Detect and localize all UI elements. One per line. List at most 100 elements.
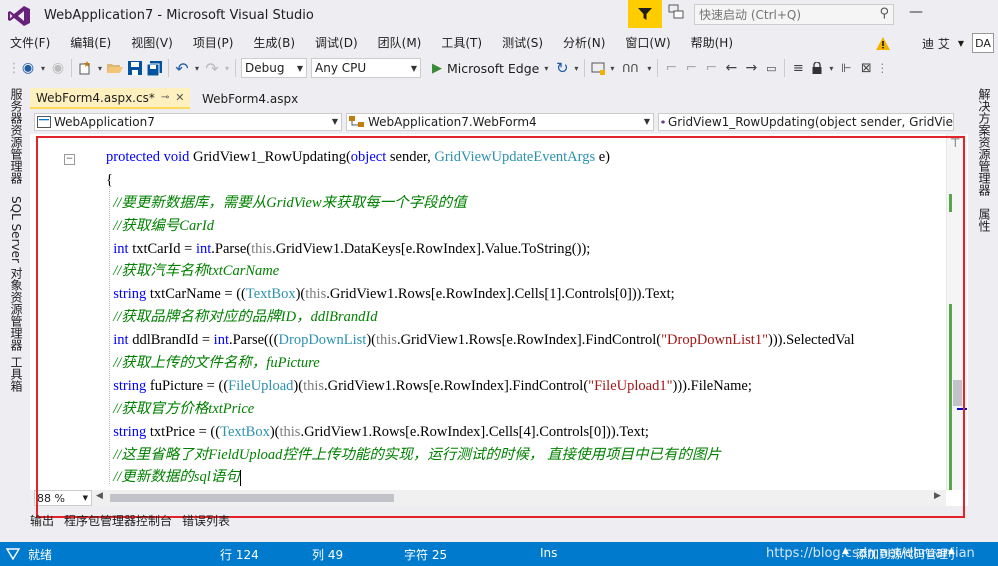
toolbar-overflow-icon[interactable]: ⋮ [876, 57, 888, 79]
menu-project[interactable]: 项目(P) [183, 34, 244, 51]
browser-link-chevron-icon[interactable]: ▾ [608, 57, 616, 79]
source-control-up-icon[interactable]: ▲ [842, 546, 849, 556]
standard-toolbar: ⋮ ◉ ▾ ◉ ▾ ↶ ▾ ↷ ▾ Debug ▼ Any CPU ▼ ▶ Micr… [0, 54, 998, 82]
document-tab-strip: WebForm4.aspx.cs* ⊸ ✕ WebForm4.aspx [30, 88, 968, 110]
package-manager-console-tab[interactable]: 程序包管理器控制台 [64, 512, 172, 529]
visual-studio-logo-icon [8, 6, 30, 26]
new-item-chevron-icon[interactable]: ▾ [95, 57, 105, 79]
navigate-forward-arrow-icon[interactable]: → [741, 57, 761, 79]
error-list-tab[interactable]: 错误列表 [182, 512, 230, 529]
save-all-icon[interactable] [145, 57, 165, 79]
save-icon[interactable] [125, 57, 145, 79]
output-tab[interactable]: 输出 [30, 512, 54, 529]
sql-server-explorer-tab[interactable]: SQL Server 对象资源管理器 [8, 196, 25, 351]
configuration-chevron-icon: ▼ [296, 63, 303, 73]
highlight-frame [36, 136, 965, 518]
tab-webform4-aspx-cs[interactable]: WebForm4.aspx.cs* ⊸ ✕ [30, 88, 190, 109]
project-icon [37, 116, 51, 128]
class-icon [349, 116, 364, 127]
back-dropdown-chevron-icon[interactable]: ▾ [38, 57, 48, 79]
lock-icon[interactable] [808, 57, 826, 79]
status-bar: 就绪 行 124 列 49 字符 25 Ins https://blog.csd… [0, 542, 998, 566]
page-layout-icon[interactable]: ⊠ [856, 57, 876, 79]
menu-team[interactable]: 团队(M) [368, 34, 432, 51]
server-explorer-tab[interactable]: 服务器资源管理器 [8, 88, 25, 184]
tab-label: WebForm4.aspx.cs* [36, 90, 155, 105]
menu-help[interactable]: 帮助(H) [681, 34, 743, 51]
next-bookmark-icon[interactable]: ⌐ [681, 57, 701, 79]
project-dropdown[interactable]: WebApplication7 ▼ [34, 113, 342, 131]
menu-test[interactable]: 测试(S) [492, 34, 553, 51]
format-document-icon[interactable]: ⊩ [836, 57, 856, 79]
configuration-select[interactable]: Debug ▼ [241, 58, 307, 78]
redo-icon[interactable]: ↷ [202, 57, 222, 79]
member-value: GridView1_RowUpdating(object sender, Gri… [667, 115, 953, 129]
menu-right-area: 迪 艾 ▼ DA [876, 33, 994, 53]
user-menu-chevron-icon[interactable]: ▼ [958, 39, 964, 48]
bookmark-chevron-icon[interactable]: ▾ [644, 57, 654, 79]
menu-edit[interactable]: 编辑(E) [60, 34, 121, 51]
member-dropdown[interactable]: GridView1_RowUpdating(object sender, Gri… [658, 113, 954, 131]
search-icon[interactable]: ⚲ [879, 6, 889, 21]
user-name[interactable]: 迪 艾 [922, 35, 950, 52]
undo-icon[interactable]: ↶ [172, 57, 192, 79]
view-code-icon[interactable]: ▭ [761, 57, 781, 79]
menu-window[interactable]: 窗口(W) [615, 34, 680, 51]
navigate-back-icon[interactable]: ◉ [18, 57, 38, 79]
solution-explorer-tab[interactable]: 解决方案资源管理器 [976, 88, 993, 196]
lock-chevron-icon[interactable]: ▾ [826, 57, 836, 79]
user-avatar[interactable]: DA [971, 33, 994, 53]
feedback-filter-button[interactable] [628, 0, 662, 28]
new-project-icon[interactable] [75, 57, 95, 79]
bottom-tool-tabs: 输出 程序包管理器控制台 错误列表 [30, 510, 968, 530]
menu-file[interactable]: 文件(F) [0, 34, 60, 51]
toolbox-tab[interactable]: 工具箱 [8, 356, 25, 392]
run-target-chevron-icon[interactable]: ▾ [539, 57, 553, 79]
filter-icon [638, 8, 652, 20]
title-bar: WebApplication7 - Microsoft Visual Studi… [0, 0, 998, 32]
tab-webform4-aspx[interactable]: WebForm4.aspx [196, 88, 304, 109]
undo-chevron-icon[interactable]: ▾ [192, 57, 202, 79]
menu-build[interactable]: 生成(B) [243, 34, 305, 51]
menu-analyze[interactable]: 分析(N) [553, 34, 615, 51]
warning-icon[interactable] [876, 36, 890, 50]
window-title: WebApplication7 - Microsoft Visual Studi… [44, 8, 314, 23]
minimize-button[interactable]: — [906, 4, 926, 24]
type-value: WebApplication7.WebForm4 [368, 115, 537, 129]
left-tool-tabs: 服务器资源管理器 SQL Server 对象资源管理器 工具箱 [0, 84, 28, 504]
quick-launch-box[interactable]: ⚲ [694, 4, 894, 25]
status-line: 行 124 [220, 548, 259, 562]
run-target-button[interactable]: Microsoft Edge [447, 61, 539, 76]
status-char: 字符 25 [404, 548, 448, 562]
refresh-chevron-icon[interactable]: ▾ [571, 57, 581, 79]
source-control-chevron-icon[interactable]: ▲ [948, 546, 955, 556]
refresh-icon[interactable]: ↻ [553, 57, 571, 79]
redo-chevron-icon[interactable]: ▾ [222, 57, 232, 79]
type-dropdown[interactable]: WebApplication7.WebForm4 ▼ [346, 113, 654, 131]
configuration-value: Debug [245, 61, 285, 75]
pin-icon[interactable]: ⊸ [161, 92, 169, 103]
menu-debug[interactable]: 调试(D) [305, 34, 368, 51]
comment-lines-icon[interactable]: ≡ [788, 57, 808, 79]
platform-select[interactable]: Any CPU ▼ [311, 58, 421, 78]
start-debugging-icon[interactable]: ▶ [429, 57, 445, 79]
close-icon[interactable]: ✕ [175, 91, 184, 104]
quick-launch-input[interactable] [695, 5, 873, 24]
browser-link-icon[interactable] [588, 57, 608, 79]
clear-bookmarks-icon[interactable]: ⌐ [701, 57, 721, 79]
project-value: WebApplication7 [54, 115, 155, 129]
open-file-icon[interactable] [105, 57, 125, 79]
status-insert-mode: Ins [540, 546, 558, 560]
navigate-back-arrow-icon[interactable]: ← [721, 57, 741, 79]
properties-tab[interactable]: 属性 [976, 208, 993, 232]
tab-label: WebForm4.aspx [202, 91, 299, 106]
toggle-bookmark-icon[interactable]: ᑎᑎ [616, 57, 644, 79]
navigate-forward-icon[interactable]: ◉ [48, 57, 68, 79]
notifications-icon[interactable] [668, 4, 688, 24]
previous-bookmark-icon[interactable]: ⌐ [661, 57, 681, 79]
menu-tools[interactable]: 工具(T) [431, 34, 492, 51]
menu-view[interactable]: 视图(V) [121, 34, 183, 51]
method-icon [661, 120, 665, 124]
add-to-source-control-button[interactable]: 添加到源代码管理 [856, 546, 948, 562]
status-ready-icon [6, 548, 20, 560]
